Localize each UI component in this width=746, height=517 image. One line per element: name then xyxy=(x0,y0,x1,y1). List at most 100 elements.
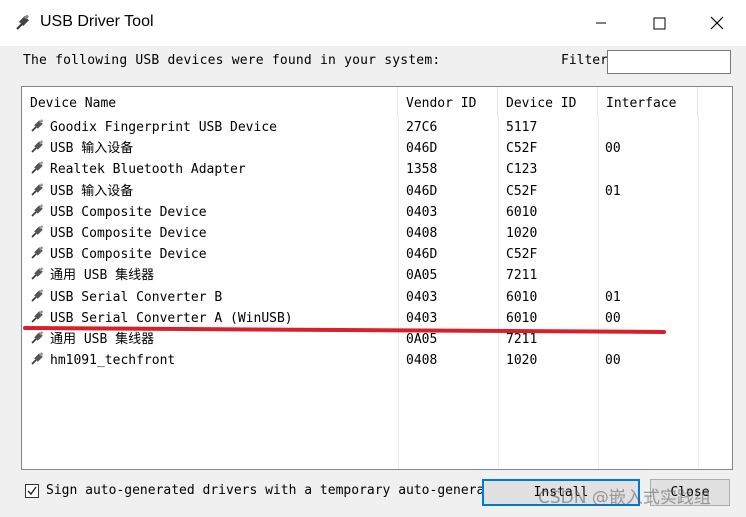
usb-plug-icon xyxy=(31,225,44,238)
maximize-icon xyxy=(653,17,665,29)
interface-cell xyxy=(605,223,700,244)
table-row[interactable]: 通用 USB 集线器 0A05 7211 xyxy=(22,265,732,286)
device-name-cell: hm1091_techfront xyxy=(30,350,400,371)
device-name-cell: 通用 USB 集线器 xyxy=(30,329,400,350)
interface-cell xyxy=(605,244,700,265)
device-id-cell: C52F xyxy=(506,183,538,199)
table-row[interactable]: Realtek Bluetooth Adapter 1358 C123 xyxy=(22,159,732,180)
vendor-id-cell: 0A05 xyxy=(406,268,438,284)
window-title: USB Driver Tool xyxy=(40,13,154,30)
column-header-vendor-id[interactable]: Vendor ID xyxy=(398,87,498,117)
vendor-id-cell: 046D xyxy=(406,141,438,157)
close-window-button[interactable] xyxy=(688,0,746,46)
usb-plug-icon xyxy=(31,352,44,365)
usb-plug-icon xyxy=(31,119,44,132)
table-row[interactable]: USB Composite Device 0408 1020 xyxy=(22,223,732,244)
minimize-icon xyxy=(596,22,606,24)
column-header-device-name[interactable]: Device Name xyxy=(22,87,398,117)
usb-plug-icon xyxy=(31,140,44,153)
vendor-id-cell: 27C6 xyxy=(406,120,438,135)
vendor-id-cell: 1358 xyxy=(406,162,438,178)
vendor-id-cell: 0408 xyxy=(406,353,438,369)
device-id-cell: C123 xyxy=(506,162,538,178)
table-row[interactable]: hm1091_techfront 0408 1020 00 xyxy=(22,350,732,371)
watermark: CSDN @嵌入式实践组 xyxy=(538,488,711,508)
interface-cell: 00 xyxy=(605,353,621,369)
device-id-cell: 6010 xyxy=(506,310,538,326)
device-id-cell: 1020 xyxy=(506,225,538,241)
device-id-cell: 5117 xyxy=(506,120,538,135)
usb-driver-tool-window: USB Driver Tool The following USB device… xyxy=(0,0,746,517)
device-name: USB Composite Device xyxy=(50,225,207,241)
usb-plug-icon xyxy=(31,288,44,302)
device-name-cell: 通用 USB 集线器 xyxy=(30,265,400,286)
device-name-cell: USB Composite Device xyxy=(30,223,400,244)
interface-cell xyxy=(605,159,700,180)
devices-description: The following USB devices were found in … xyxy=(23,53,441,68)
sign-drivers-checkbox[interactable] xyxy=(25,483,39,498)
device-list[interactable]: Device Name Vendor ID Device ID Interfac… xyxy=(21,86,733,470)
usb-plug-icon xyxy=(31,182,44,196)
table-row[interactable]: USB Composite Device 0403 6010 xyxy=(22,202,732,223)
device-id-cell: 6010 xyxy=(506,289,538,305)
usb-plug-icon xyxy=(16,14,29,30)
device-name: USB Serial Converter B xyxy=(50,289,223,305)
device-name-cell: Goodix Fingerprint USB Device xyxy=(30,117,400,138)
vendor-id-cell: 0403 xyxy=(406,204,438,220)
vendor-id-cell: 0408 xyxy=(406,225,438,241)
device-id-cell: 1020 xyxy=(506,353,538,369)
usb-plug-icon xyxy=(31,267,44,280)
interface-cell xyxy=(605,265,700,286)
interface-cell: 00 xyxy=(605,141,621,157)
table-row[interactable]: Goodix Fingerprint USB Device 27C6 5117 xyxy=(22,117,732,138)
minimize-button[interactable] xyxy=(572,0,630,46)
usb-plug-icon xyxy=(31,309,44,323)
interface-cell: 00 xyxy=(605,310,621,326)
table-row[interactable]: USB 输入设备 046D C52F 01 xyxy=(22,181,732,202)
device-name-cell: USB 输入设备 xyxy=(30,181,400,202)
device-name: USB Composite Device xyxy=(50,204,207,220)
interface-cell: 01 xyxy=(605,183,621,199)
interface-cell xyxy=(605,202,700,223)
usb-plug-icon xyxy=(31,331,44,344)
table-row[interactable]: USB Composite Device 046D C52F xyxy=(22,244,732,265)
interface-cell: 01 xyxy=(605,289,621,305)
vendor-id-cell: 0403 xyxy=(406,310,438,326)
device-name-cell: USB 输入设备 xyxy=(30,138,400,159)
device-name: Realtek Bluetooth Adapter xyxy=(50,162,246,178)
device-name-cell: USB Serial Converter B xyxy=(30,287,400,308)
vendor-id-cell: 046D xyxy=(406,183,438,199)
device-name: 通用 USB 集线器 xyxy=(50,268,155,284)
column-header-device-id[interactable]: Device ID xyxy=(498,87,598,117)
device-id-cell: 7211 xyxy=(506,268,538,284)
usb-plug-icon xyxy=(31,203,44,217)
table-row[interactable]: USB 输入设备 046D C52F 00 xyxy=(22,138,732,159)
interface-cell xyxy=(605,117,700,138)
maximize-button[interactable] xyxy=(630,0,688,46)
device-name: USB 输入设备 xyxy=(50,183,134,199)
usb-plug-icon xyxy=(31,246,44,259)
device-name: Goodix Fingerprint USB Device xyxy=(50,120,277,135)
device-name: USB 输入设备 xyxy=(50,141,134,157)
column-header-interface[interactable]: Interface xyxy=(598,87,698,117)
title-bar[interactable]: USB Driver Tool xyxy=(0,0,746,46)
filter-input[interactable] xyxy=(607,50,731,74)
close-icon xyxy=(710,16,724,30)
device-name: 通用 USB 集线器 xyxy=(50,331,155,347)
device-name-cell: Realtek Bluetooth Adapter xyxy=(30,159,400,180)
device-id-cell: C52F xyxy=(506,247,538,263)
device-name: USB Serial Converter A (WinUSB) xyxy=(50,310,293,326)
device-name-cell: USB Composite Device xyxy=(30,202,400,223)
table-row[interactable]: USB Serial Converter B 0403 6010 01 xyxy=(22,287,732,308)
device-name: hm1091_techfront xyxy=(50,353,176,369)
filter-label: Filter xyxy=(561,53,608,68)
device-id-cell: C52F xyxy=(506,141,538,157)
device-id-cell: 6010 xyxy=(506,204,538,220)
vendor-id-cell: 0403 xyxy=(406,289,438,305)
vendor-id-cell: 046D xyxy=(406,247,438,263)
device-name: USB Composite Device xyxy=(50,247,207,263)
device-name-cell: USB Composite Device xyxy=(30,244,400,265)
usb-plug-icon xyxy=(31,161,44,174)
checkmark-icon xyxy=(27,486,37,495)
list-header: Device Name Vendor ID Device ID Interfac… xyxy=(22,87,732,117)
